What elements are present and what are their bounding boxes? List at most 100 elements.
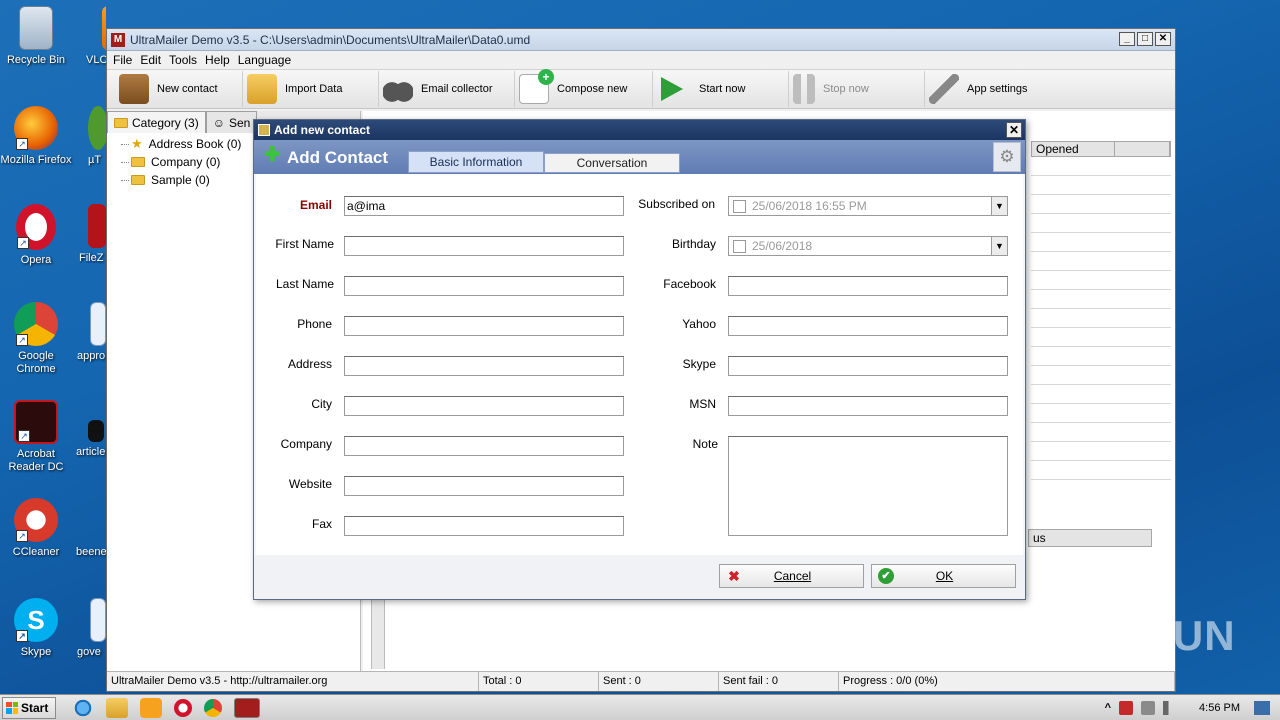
menu-tools[interactable]: Tools: [169, 53, 197, 67]
import-data-button[interactable]: Import Data: [247, 71, 379, 107]
compose-new-button[interactable]: + Compose new: [519, 69, 653, 107]
media-player-icon[interactable]: [140, 697, 162, 718]
ok-button[interactable]: ✔ OK: [871, 564, 1016, 588]
yahoo-label: Yahoo: [682, 317, 716, 331]
tab-category[interactable]: Category (3): [107, 111, 206, 133]
maximize-button[interactable]: □: [1137, 32, 1153, 46]
status-column-header[interactable]: us: [1028, 529, 1152, 547]
birthday-checkbox[interactable]: [733, 239, 746, 253]
stop-now-button[interactable]: Stop now: [793, 71, 925, 107]
birthday-picker[interactable]: 25/06/2018 ▼: [728, 236, 1008, 256]
minimize-button[interactable]: _: [1119, 32, 1135, 46]
network-icon[interactable]: [1141, 701, 1156, 715]
column-opened[interactable]: Opened: [1032, 142, 1115, 156]
desktop-icon-filezilla[interactable]: FileZ: [62, 204, 106, 265]
email-field[interactable]: [344, 196, 624, 216]
gear-icon[interactable]: ⚙: [993, 142, 1021, 172]
pause-icon: [793, 74, 815, 104]
clock[interactable]: 4:56 PM: [1199, 702, 1240, 714]
dialog-title-bar[interactable]: Add new contact ✕: [254, 120, 1025, 140]
menu-help[interactable]: Help: [205, 53, 230, 67]
msn-field[interactable]: [728, 396, 1008, 416]
first-name-label: First Name: [275, 237, 334, 251]
contacts-grid[interactable]: [1031, 157, 1171, 497]
document-icon: [90, 498, 106, 542]
desktop-icon-gove[interactable]: gove: [62, 598, 106, 659]
explorer-icon[interactable]: [106, 697, 128, 718]
show-desktop-icon[interactable]: [1254, 701, 1270, 715]
column-extra[interactable]: [1115, 142, 1170, 156]
app-title-bar[interactable]: M UltraMailer Demo v3.5 - C:\Users\admin…: [107, 29, 1175, 51]
first-name-field[interactable]: [344, 236, 624, 256]
tab-basic-information[interactable]: Basic Information: [408, 151, 544, 173]
dialog-title: Add new contact: [274, 123, 371, 137]
dialog-heading: Add Contact: [287, 148, 389, 167]
company-label: Company: [280, 437, 332, 451]
yahoo-field[interactable]: [728, 316, 1008, 336]
new-contact-button[interactable]: New contact: [119, 71, 243, 107]
tab-conversation[interactable]: Conversation: [544, 153, 680, 173]
toolbar-label: Start now: [699, 83, 746, 95]
menu-language[interactable]: Language: [238, 53, 291, 67]
note-field[interactable]: [728, 436, 1008, 536]
address-label: Address: [287, 357, 332, 371]
chrome-taskbar-icon[interactable]: [204, 698, 222, 717]
last-name-label: Last Name: [275, 277, 334, 291]
skype-label: Skype: [682, 357, 716, 371]
chevron-down-icon[interactable]: ▼: [991, 237, 1007, 255]
subscribed-on-label: Subscribed on: [638, 197, 715, 211]
tab-sender[interactable]: ☺ Sen: [205, 111, 258, 133]
toolbar-label: Stop now: [823, 83, 869, 95]
address-field[interactable]: [344, 356, 624, 376]
phone-label: Phone: [297, 317, 332, 331]
app-settings-button[interactable]: App settings: [929, 71, 1069, 107]
email-collector-button[interactable]: Email collector: [383, 71, 515, 107]
cancel-label: Cancel: [773, 569, 812, 583]
volume-icon[interactable]: [1163, 701, 1178, 715]
desktop-icon-label: VLC: [86, 54, 106, 66]
menu-edit[interactable]: Edit: [140, 53, 161, 67]
desktop-icon-vlc[interactable]: VLC: [62, 6, 106, 67]
grid-header: Opened: [1031, 141, 1171, 157]
chevron-down-icon[interactable]: ▼: [991, 197, 1007, 215]
status-total: Total : 0: [479, 672, 599, 691]
desktop-icon-utorrent[interactable]: µT: [62, 106, 106, 167]
city-label: City: [311, 397, 332, 411]
company-field[interactable]: [344, 436, 624, 456]
menu-file[interactable]: File: [113, 53, 132, 67]
toolbar-label: Email collector: [421, 83, 493, 95]
subscribed-on-checkbox[interactable]: [733, 199, 746, 213]
fax-field[interactable]: [344, 516, 624, 536]
security-flag-icon[interactable]: [1119, 701, 1134, 715]
note-label: Note: [692, 437, 718, 451]
opera-taskbar-icon[interactable]: [174, 698, 192, 717]
last-name-field[interactable]: [344, 276, 624, 296]
ie-icon[interactable]: [72, 697, 94, 718]
desktop-icon-appro[interactable]: appro: [62, 302, 106, 363]
city-field[interactable]: [344, 396, 624, 416]
add-contact-dialog: Add new contact ✕ ✚ Add Contact Basic In…: [253, 119, 1026, 600]
desktop-icon-label: µT: [88, 154, 102, 166]
skype-icon: S ↗: [14, 598, 58, 642]
start-button[interactable]: Start: [2, 696, 56, 719]
document-icon: [90, 598, 106, 642]
phone-field[interactable]: [344, 316, 624, 336]
toolbar-label: New contact: [157, 83, 218, 95]
facebook-field[interactable]: [728, 276, 1008, 296]
firefox-icon: ↗: [14, 106, 58, 150]
desktop-icon-article[interactable]: article: [62, 400, 106, 459]
desktop-icon-label: FileZ: [79, 252, 104, 264]
facebook-label: Facebook: [663, 277, 716, 291]
dialog-close-button[interactable]: ✕: [1006, 122, 1022, 138]
desktop-icon-beene[interactable]: beene: [62, 498, 106, 559]
ultramailer-taskbar-icon[interactable]: [234, 697, 260, 718]
subscribed-on-picker[interactable]: 25/06/2018 16:55 PM ▼: [728, 196, 1008, 216]
tray-expand-icon[interactable]: ^: [1105, 702, 1111, 714]
skype-field[interactable]: [728, 356, 1008, 376]
cancel-button[interactable]: ✖ Cancel: [719, 564, 864, 588]
start-now-button[interactable]: Start now: [657, 71, 789, 107]
close-button[interactable]: ✕: [1155, 32, 1171, 46]
chrome-icon: ↗: [14, 302, 58, 346]
website-field[interactable]: [344, 476, 624, 496]
dialog-header: ✚ Add Contact Basic Information Conversa…: [254, 140, 1025, 174]
